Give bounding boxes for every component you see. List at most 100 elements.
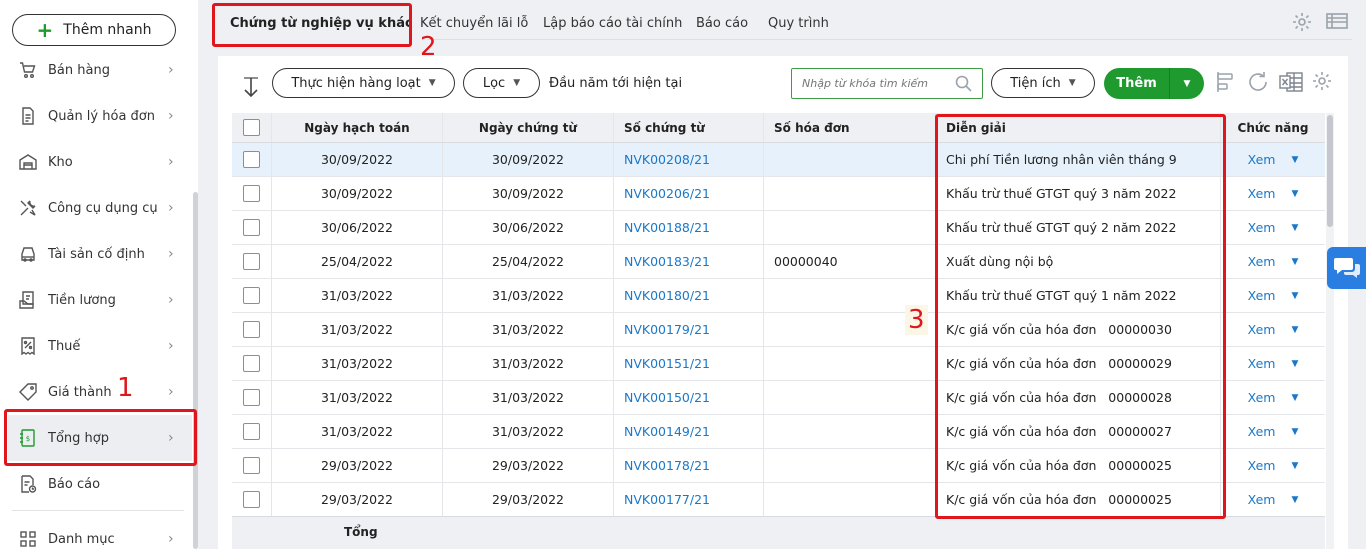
- select-all-checkbox[interactable]: [243, 119, 260, 136]
- action-dropdown-caret[interactable]: ▼: [1291, 461, 1298, 471]
- voucher-number-link[interactable]: NVK00179/21: [614, 313, 764, 346]
- view-link[interactable]: Xem: [1248, 152, 1276, 167]
- voucher-number-link[interactable]: NVK00177/21: [614, 483, 764, 516]
- tab-other-vouchers[interactable]: Chứng từ nghiệp vụ khác: [214, 0, 427, 40]
- list-view-icon[interactable]: [1326, 12, 1348, 34]
- action-cell: Xem ▼: [1221, 143, 1325, 176]
- filter-dropdown[interactable]: Lọc ▼: [463, 68, 540, 98]
- search-input[interactable]: [802, 69, 952, 98]
- sidebar-item-reports[interactable]: Báo cáo: [8, 461, 192, 507]
- tab-financial-statements[interactable]: Lập báo cáo tài chính: [543, 16, 682, 31]
- view-link[interactable]: Xem: [1248, 458, 1276, 473]
- sidebar-item-tools[interactable]: Công cụ dụng cụ ›: [8, 185, 192, 231]
- row-checkbox[interactable]: [243, 287, 260, 304]
- view-link[interactable]: Xem: [1248, 254, 1276, 269]
- view-link[interactable]: Xem: [1248, 288, 1276, 303]
- action-dropdown-caret[interactable]: ▼: [1291, 427, 1298, 437]
- view-link[interactable]: Xem: [1248, 186, 1276, 201]
- quick-add-button[interactable]: + Thêm nhanh: [12, 14, 176, 46]
- row-checkbox[interactable]: [243, 185, 260, 202]
- action-dropdown-caret[interactable]: ▼: [1291, 189, 1298, 199]
- row-checkbox[interactable]: [243, 423, 260, 440]
- voucher-number-link[interactable]: NVK00150/21: [614, 381, 764, 414]
- sidebar-scrollbar[interactable]: [193, 192, 198, 549]
- table-row[interactable]: 29/03/2022 29/03/2022 NVK00177/21 K/c gi…: [232, 483, 1325, 517]
- column-header[interactable]: Ngày chứng từ: [443, 113, 614, 142]
- table-row[interactable]: 30/09/2022 30/09/2022 NVK00206/21 Khấu t…: [232, 177, 1325, 211]
- view-link[interactable]: Xem: [1248, 356, 1276, 371]
- add-button[interactable]: Thêm: [1104, 68, 1170, 99]
- voucher-number-link[interactable]: NVK00178/21: [614, 449, 764, 482]
- view-link[interactable]: Xem: [1248, 492, 1276, 507]
- search-box[interactable]: [791, 68, 983, 99]
- table-row[interactable]: 31/03/2022 31/03/2022 NVK00151/21 K/c gi…: [232, 347, 1325, 381]
- tab-reports[interactable]: Báo cáo: [696, 16, 748, 31]
- sidebar-item-sales[interactable]: Bán hàng ›: [8, 47, 192, 93]
- search-icon[interactable]: [955, 75, 972, 96]
- tab-process[interactable]: Quy trình: [768, 16, 829, 31]
- sidebar-item-invoices[interactable]: Quản lý hóa đơn ›: [8, 93, 192, 139]
- row-checkbox[interactable]: [243, 253, 260, 270]
- table-row[interactable]: 31/03/2022 31/03/2022 NVK00150/21 K/c gi…: [232, 381, 1325, 415]
- table-row[interactable]: 25/04/2022 25/04/2022 NVK00183/21 000000…: [232, 245, 1325, 279]
- tab-profit-loss-transfer[interactable]: Kết chuyển lãi lỗ: [420, 16, 528, 31]
- add-dropdown-caret[interactable]: ▼: [1170, 68, 1204, 99]
- excel-export-icon[interactable]: [1279, 71, 1303, 97]
- sidebar-item-warehouse[interactable]: Kho ›: [8, 139, 192, 185]
- column-header[interactable]: Ngày hạch toán: [272, 113, 443, 142]
- period-label[interactable]: Đầu năm tới hiện tại: [549, 76, 682, 91]
- view-link[interactable]: Xem: [1248, 220, 1276, 235]
- table-row[interactable]: 31/03/2022 31/03/2022 NVK00179/21 K/c gi…: [232, 313, 1325, 347]
- row-checkbox[interactable]: [243, 219, 260, 236]
- table-row[interactable]: 30/09/2022 30/09/2022 NVK00208/21 Chi ph…: [232, 143, 1325, 177]
- row-checkbox[interactable]: [243, 321, 260, 338]
- sidebar-item-cost-price[interactable]: Giá thành ›: [8, 369, 192, 415]
- column-header[interactable]: Số chứng từ: [614, 113, 764, 142]
- sort-arrow-icon[interactable]: [242, 76, 260, 102]
- row-checkbox[interactable]: [243, 457, 260, 474]
- table-row[interactable]: 30/06/2022 30/06/2022 NVK00188/21 Khấu t…: [232, 211, 1325, 245]
- voucher-number-link[interactable]: NVK00151/21: [614, 347, 764, 380]
- row-checkbox[interactable]: [243, 355, 260, 372]
- row-checkbox[interactable]: [243, 151, 260, 168]
- table-scrollbar-thumb[interactable]: [1327, 115, 1333, 227]
- table-row[interactable]: 29/03/2022 29/03/2022 NVK00178/21 K/c gi…: [232, 449, 1325, 483]
- voucher-number-link[interactable]: NVK00188/21: [614, 211, 764, 244]
- table-scrollbar[interactable]: [1326, 113, 1334, 549]
- sidebar-item-general[interactable]: $ Tổng hợp ›: [8, 415, 192, 461]
- sidebar-item-fixed-assets[interactable]: Tài sản cố định ›: [8, 231, 192, 277]
- layout-settings-icon[interactable]: [1214, 71, 1236, 97]
- batch-action-dropdown[interactable]: Thực hiện hàng loạt ▼: [272, 68, 455, 98]
- action-dropdown-caret[interactable]: ▼: [1291, 291, 1298, 301]
- row-checkbox[interactable]: [243, 389, 260, 406]
- voucher-number-link[interactable]: NVK00208/21: [614, 143, 764, 176]
- column-header[interactable]: Diễn giải: [936, 113, 1221, 142]
- action-dropdown-caret[interactable]: ▼: [1291, 223, 1298, 233]
- action-dropdown-caret[interactable]: ▼: [1291, 325, 1298, 335]
- view-link[interactable]: Xem: [1248, 390, 1276, 405]
- sidebar-item-tax[interactable]: Thuế ›: [8, 323, 192, 369]
- sidebar-item-salary[interactable]: Tiền lương ›: [8, 277, 192, 323]
- action-dropdown-caret[interactable]: ▼: [1291, 393, 1298, 403]
- view-link[interactable]: Xem: [1248, 424, 1276, 439]
- voucher-number-link[interactable]: NVK00183/21: [614, 245, 764, 278]
- utility-dropdown[interactable]: Tiện ích ▼: [991, 68, 1095, 98]
- gear-icon[interactable]: [1292, 12, 1312, 36]
- sidebar-item-catalog[interactable]: Danh mục ›: [8, 516, 192, 549]
- action-dropdown-caret[interactable]: ▼: [1291, 257, 1298, 267]
- action-cell: Xem ▼: [1221, 279, 1325, 312]
- voucher-number-link[interactable]: NVK00149/21: [614, 415, 764, 448]
- refresh-icon[interactable]: [1247, 71, 1269, 97]
- table-row[interactable]: 31/03/2022 31/03/2022 NVK00149/21 K/c gi…: [232, 415, 1325, 449]
- action-dropdown-caret[interactable]: ▼: [1291, 359, 1298, 369]
- chat-support-button[interactable]: [1327, 247, 1366, 289]
- table-row[interactable]: 31/03/2022 31/03/2022 NVK00180/21 Khấu t…: [232, 279, 1325, 313]
- table-settings-gear-icon[interactable]: [1312, 71, 1332, 95]
- action-dropdown-caret[interactable]: ▼: [1291, 155, 1298, 165]
- voucher-number-link[interactable]: NVK00206/21: [614, 177, 764, 210]
- row-checkbox[interactable]: [243, 491, 260, 508]
- view-link[interactable]: Xem: [1248, 322, 1276, 337]
- voucher-number-link[interactable]: NVK00180/21: [614, 279, 764, 312]
- action-dropdown-caret[interactable]: ▼: [1291, 495, 1298, 505]
- column-header[interactable]: Số hóa đơn: [764, 113, 936, 142]
